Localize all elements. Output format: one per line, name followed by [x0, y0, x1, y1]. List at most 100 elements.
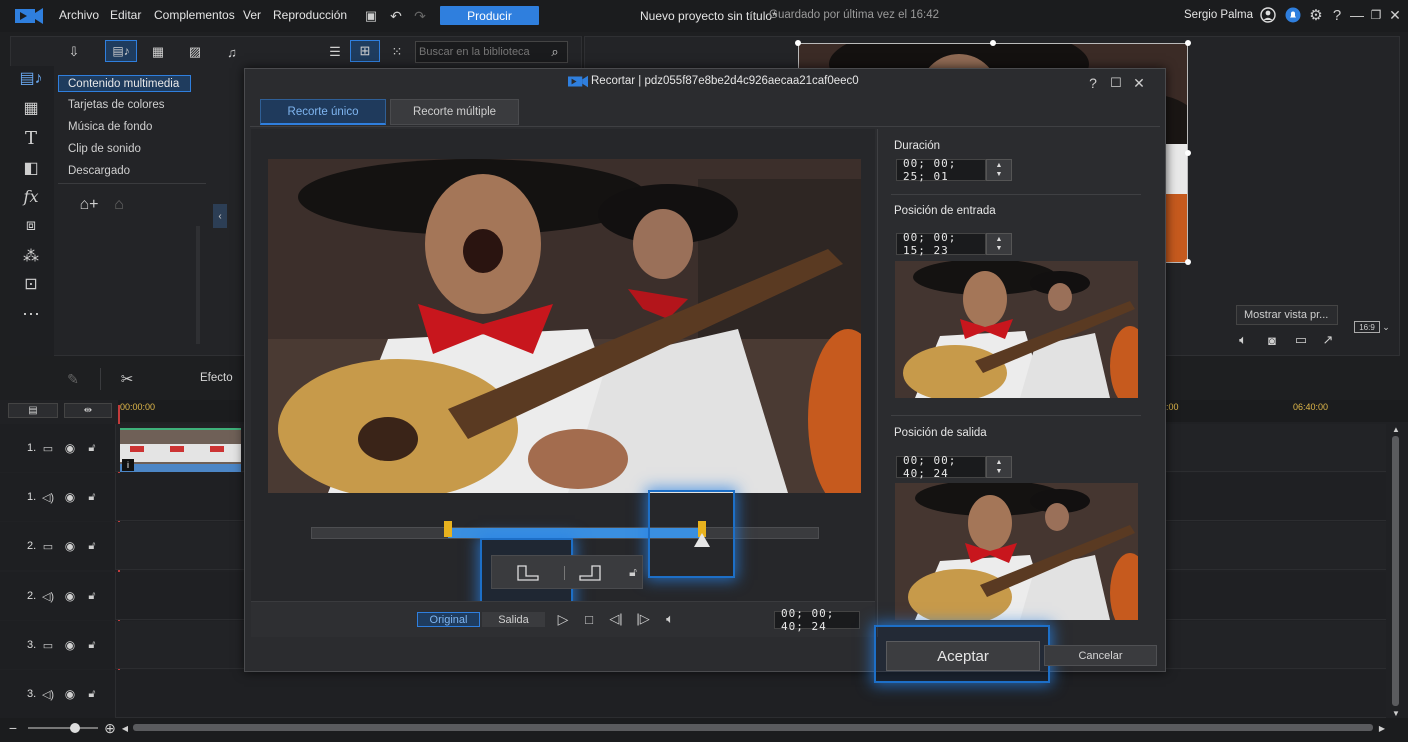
gear-icon[interactable]: ⚙	[1307, 6, 1325, 24]
save-icon[interactable]: ▣	[362, 7, 380, 25]
resize-handle[interactable]	[1185, 150, 1191, 156]
aspect-ratio-select[interactable]: 16:9	[1354, 321, 1380, 333]
play-icon[interactable]: ▷	[554, 609, 572, 629]
info-icon[interactable]: i	[122, 459, 134, 471]
trim-in-handle[interactable]	[444, 521, 453, 537]
scroll-right-icon[interactable]: ▶	[1377, 721, 1387, 735]
dots-grid-icon[interactable]: ⁙	[386, 42, 408, 62]
add-tag-icon[interactable]: ⌂+	[78, 194, 100, 216]
timeline-horizontal-scrollbar[interactable]	[133, 724, 1373, 731]
undo-icon[interactable]: ↶	[387, 7, 405, 25]
fit-timeline-icon[interactable]: ⇹	[64, 403, 112, 418]
help-icon[interactable]: ?	[1086, 75, 1100, 91]
notification-icon[interactable]	[1284, 6, 1302, 24]
search-input[interactable]	[419, 44, 547, 60]
image-filter-icon[interactable]: ▨	[182, 42, 208, 62]
zoom-in-icon[interactable]: ⊕	[103, 720, 117, 736]
resize-handle[interactable]	[1185, 40, 1191, 46]
library-scrollbar[interactable]	[196, 226, 200, 344]
show-preview-button[interactable]: Mostrar vista pr...	[1236, 305, 1338, 325]
volume-icon[interactable]: 🔈︎	[1233, 331, 1253, 349]
menu-reproduccion[interactable]: Reproducción	[273, 8, 347, 22]
eye-icon[interactable]: ◉	[62, 538, 78, 554]
mark-in-button[interactable]	[513, 561, 543, 585]
lock-icon[interactable]: 🔓︎	[84, 637, 100, 653]
lock-icon[interactable]: 🔓︎	[84, 588, 100, 604]
zoom-slider[interactable]	[28, 727, 98, 729]
search-box[interactable]: ⌕	[415, 41, 568, 63]
grid-view-icon[interactable]: ⊞	[350, 40, 380, 62]
user-avatar-icon[interactable]	[1259, 6, 1277, 24]
duration-input[interactable]: 00; 00; 25; 01	[896, 157, 986, 183]
effect-label[interactable]: Efecto	[200, 372, 233, 384]
eye-icon[interactable]: ◉	[62, 588, 78, 604]
eye-icon[interactable]: ◉	[62, 637, 78, 653]
menu-complementos[interactable]: Complementos	[154, 8, 235, 22]
out-position-stepper[interactable]: ▲ ▼	[986, 456, 1012, 478]
volume-icon[interactable]: 🔈︎	[660, 609, 680, 629]
fx-room-icon[interactable]: fx	[14, 184, 48, 208]
cancel-button[interactable]: Cancelar	[1044, 645, 1157, 666]
mark-out-button[interactable]	[575, 561, 605, 585]
video-filter-icon[interactable]: ▦	[145, 42, 171, 62]
in-position-stepper[interactable]: ▲ ▼	[986, 233, 1012, 255]
zoom-out-icon[interactable]: −	[6, 720, 20, 736]
close-icon[interactable]: ✕	[1131, 75, 1147, 91]
minimize-icon[interactable]: —	[1349, 6, 1365, 24]
redo-icon[interactable]: ↷	[411, 7, 429, 25]
scroll-left-icon[interactable]: ◀	[120, 721, 130, 735]
media-tab-icon[interactable]: ▤♪	[105, 40, 137, 62]
external-preview-icon[interactable]: ↗	[1318, 331, 1338, 349]
text-room-icon[interactable]: T	[14, 126, 48, 150]
scroll-down-icon[interactable]: ▼	[1390, 708, 1402, 718]
library-item-sound-clip[interactable]: Clip de sonido	[68, 143, 141, 155]
media-room-icon[interactable]: ▤♪	[14, 66, 48, 90]
scissors-icon[interactable]: ✂	[116, 368, 138, 390]
edit-icon[interactable]: ✎	[62, 368, 84, 390]
duration-stepper[interactable]: ▲ ▼	[986, 159, 1012, 181]
chevron-down-icon[interactable]: ⌄	[1380, 321, 1392, 333]
pip-room-icon[interactable]: ⧈	[14, 214, 48, 238]
track-manager-icon[interactable]: ▤	[8, 403, 58, 418]
timeline-vertical-scrollbar[interactable]	[1392, 436, 1399, 706]
lock-icon[interactable]: 🔓︎	[625, 563, 641, 581]
eye-icon[interactable]: ◉	[62, 686, 78, 702]
menu-ver[interactable]: Ver	[243, 8, 261, 22]
out-position-input[interactable]: 00; 00; 40; 24	[896, 454, 986, 480]
overlay-room-icon[interactable]: ⊡	[14, 272, 48, 296]
title-room-icon[interactable]: ▦	[14, 96, 48, 120]
tab-multi-trim[interactable]: Recorte múltiple	[390, 99, 519, 125]
lock-icon[interactable]: 🔓︎	[84, 489, 100, 505]
library-item-color-cards[interactable]: Tarjetas de colores	[68, 99, 165, 111]
previous-frame-icon[interactable]: ◁|	[607, 609, 625, 629]
collapse-panel-icon[interactable]: ‹	[213, 204, 227, 228]
tab-single-trim[interactable]: Recorte único	[260, 99, 386, 125]
lock-icon[interactable]: 🔓︎	[84, 686, 100, 702]
resize-handle[interactable]	[990, 40, 996, 46]
menu-editar[interactable]: Editar	[110, 8, 141, 22]
library-item-background-music[interactable]: Música de fondo	[68, 121, 152, 133]
mode-original-button[interactable]: Original	[417, 612, 480, 627]
trim-video-frame[interactable]	[268, 159, 861, 493]
eye-icon[interactable]: ◉	[62, 440, 78, 456]
menu-archivo[interactable]: Archivo	[59, 8, 99, 22]
help-icon[interactable]: ?	[1329, 6, 1345, 24]
list-view-icon[interactable]: ☰	[322, 42, 348, 62]
in-position-input[interactable]: 00; 00; 15; 23	[896, 231, 986, 257]
timeline-video-clip[interactable]	[120, 428, 241, 472]
accept-button[interactable]: Aceptar	[886, 641, 1040, 671]
lock-icon[interactable]: 🔓︎	[84, 538, 100, 554]
maximize-icon[interactable]: ☐	[1108, 75, 1124, 91]
close-icon[interactable]: ✕	[1387, 6, 1403, 24]
lock-icon[interactable]: 🔓︎	[84, 440, 100, 456]
timeline-track-row[interactable]	[0, 670, 1386, 718]
next-frame-icon[interactable]: |▷	[634, 609, 652, 629]
camera-icon[interactable]: ◙	[1262, 331, 1282, 349]
audio-filter-icon[interactable]: ♫	[219, 42, 245, 62]
restore-icon[interactable]: ❐	[1368, 6, 1384, 24]
library-item-media[interactable]: Contenido multimedia	[68, 78, 179, 90]
mode-output-button[interactable]: Salida	[482, 612, 545, 627]
remove-tag-icon[interactable]: ⌂	[108, 194, 130, 216]
zoom-slider-thumb[interactable]	[70, 723, 80, 733]
resize-handle[interactable]	[1185, 259, 1191, 265]
